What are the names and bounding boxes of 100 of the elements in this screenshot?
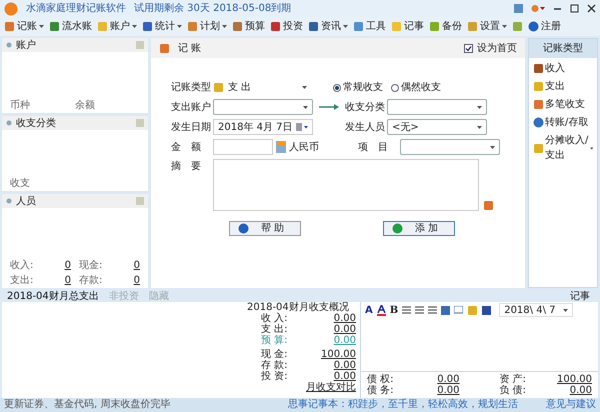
type-select[interactable]: 支 出 xyxy=(213,80,333,95)
category-select[interactable] xyxy=(387,99,487,115)
collapse-icon xyxy=(6,42,12,48)
overview-value[interactable]: 0.00 xyxy=(334,324,356,335)
caret-icon xyxy=(563,308,568,312)
toolbar-button[interactable]: 计划 xyxy=(187,19,227,34)
amount-input[interactable] xyxy=(213,139,273,155)
toolbar-button[interactable]: 投资 xyxy=(270,19,303,34)
align-center-icon[interactable] xyxy=(415,306,424,314)
toolbar-button[interactable]: 记账 xyxy=(4,19,44,34)
field-label: 摘 要 xyxy=(171,160,202,174)
overview-value[interactable]: 0.00 xyxy=(334,313,356,324)
caret-icon xyxy=(590,146,593,150)
tab[interactable]: 2018-04财月总支出 xyxy=(2,290,104,302)
summary-value[interactable]: 0 xyxy=(64,258,71,273)
balance-value[interactable]: 0.00 xyxy=(570,385,592,396)
currency-label: 人民币 xyxy=(289,140,320,154)
caret-icon xyxy=(303,106,308,108)
window-title: 水滴家庭理财记账软件 xyxy=(26,2,126,16)
overview-label: 收 入: xyxy=(261,313,288,324)
caret-icon xyxy=(477,106,482,108)
type-link[interactable]: 转账/存取 xyxy=(533,115,593,130)
toolbar-button[interactable]: 备份 xyxy=(429,19,462,34)
radio-button[interactable]: 常规收支 xyxy=(333,80,383,95)
overview-value[interactable]: 0.00 xyxy=(334,371,356,382)
action-button[interactable]: 添 加 xyxy=(382,221,455,236)
toolbar-button[interactable]: 注册 xyxy=(528,19,561,34)
toolbar-button[interactable]: 统计 xyxy=(142,19,182,34)
toolbar-button[interactable]: 设置 xyxy=(467,19,507,34)
overview-value[interactable]: 0.00 xyxy=(334,360,356,371)
slogan-link[interactable]: 思事记事本：积跬步，至千里，轻松高效，规划生活 xyxy=(288,399,518,411)
type-link[interactable]: 多笔收支 xyxy=(533,97,593,112)
trial-info: 试用期剩余 30天 2018-05-08到期 xyxy=(134,2,292,16)
caret-icon xyxy=(132,25,137,28)
field-label: 支出账户 xyxy=(171,100,212,114)
summary-value[interactable]: 0 xyxy=(64,273,71,288)
person-select[interactable]: <无> xyxy=(387,119,487,135)
panel-title: 人员 xyxy=(16,194,37,208)
status-text: 更新证券、基金代码, 周末收盘价完毕 xyxy=(4,399,172,411)
caret-icon xyxy=(39,25,44,28)
overview-label: 预 算: xyxy=(261,335,288,346)
toolbar-button[interactable]: 记事 xyxy=(391,19,424,34)
column-header: 收支 xyxy=(9,176,31,191)
toolbar-button[interactable]: 流水账 xyxy=(49,19,92,34)
summary-label: 支出: xyxy=(10,274,34,288)
align-left-icon[interactable] xyxy=(402,306,412,314)
summary-value[interactable]: 0 xyxy=(134,258,140,273)
font-color-icon[interactable] xyxy=(376,304,386,316)
panel-title: 账户 xyxy=(16,38,37,52)
caret-icon xyxy=(477,126,482,128)
set-home-checkbox[interactable]: 设为首页 xyxy=(464,40,517,56)
column-header: 余额 xyxy=(75,98,96,113)
caret-icon xyxy=(502,25,507,28)
maximize-icon[interactable] xyxy=(570,4,579,13)
field-label: 发生人员 xyxy=(345,120,386,134)
balance-label: 债 务: xyxy=(367,385,394,396)
overview-label: 现 金: xyxy=(261,349,288,360)
overview-label: 支 出: xyxy=(261,324,288,335)
field-label: 项 目 xyxy=(358,140,389,154)
account-select[interactable] xyxy=(213,99,313,115)
summary-label: 现金: xyxy=(79,259,102,273)
summary-value[interactable]: 0 xyxy=(134,273,140,288)
project-select[interactable] xyxy=(400,139,500,155)
type-link[interactable]: 分摊收入/支出 xyxy=(533,133,593,163)
field-label: 记账类型 xyxy=(171,80,212,95)
panel-title: 记账类型 xyxy=(543,42,583,56)
column-header: 币种 xyxy=(10,98,31,113)
date-select[interactable]: 2018\ 4\ 7 xyxy=(499,303,574,317)
balance-label: 债 权: xyxy=(367,374,394,385)
balance-value[interactable]: 0.00 xyxy=(437,385,460,396)
type-link[interactable]: 支出 xyxy=(533,79,565,94)
balance-value[interactable]: 100.00 xyxy=(557,374,592,385)
summary-label: 收入: xyxy=(10,258,34,273)
date-picker[interactable]: 2018年 4月 7日 xyxy=(213,119,313,135)
close-icon[interactable] xyxy=(587,4,596,13)
type-link[interactable]: 收入 xyxy=(533,61,565,76)
toolbar-button[interactable]: 工具 xyxy=(353,19,386,34)
caret-icon xyxy=(222,25,227,28)
field-label: 收支分类 xyxy=(345,100,386,114)
toolbar-button[interactable]: 预算 xyxy=(232,19,265,34)
caret-icon xyxy=(490,146,495,148)
action-button[interactable]: 帮 助 xyxy=(229,221,302,236)
toolbar-button[interactable]: 资讯 xyxy=(308,19,348,34)
bold-icon[interactable]: B xyxy=(390,304,398,316)
font-icon[interactable]: A xyxy=(365,304,373,316)
feedback-link[interactable]: 意见与建议 xyxy=(546,399,596,411)
field-label: 发生日期 xyxy=(171,120,212,134)
radio-button[interactable]: 偶然收支 xyxy=(391,80,441,95)
summary-label: 存款: xyxy=(79,274,102,288)
overview-title: 2018-04财月收支概况 xyxy=(247,302,350,313)
overview-value[interactable]: 100.00 xyxy=(321,349,356,360)
notes-title: 记事 xyxy=(569,290,591,302)
memo-field[interactable] xyxy=(213,159,479,211)
comparison-link[interactable]: 月收支对比 xyxy=(306,382,356,393)
toolbar-button[interactable]: 账户 xyxy=(97,19,137,34)
balance-label: 资 产: xyxy=(500,374,526,385)
balance-value[interactable]: 0.00 xyxy=(437,374,460,385)
balance-label: 负 债: xyxy=(500,385,526,396)
overview-label: 投 资: xyxy=(261,371,288,382)
field-label: 金 额 xyxy=(171,140,202,154)
